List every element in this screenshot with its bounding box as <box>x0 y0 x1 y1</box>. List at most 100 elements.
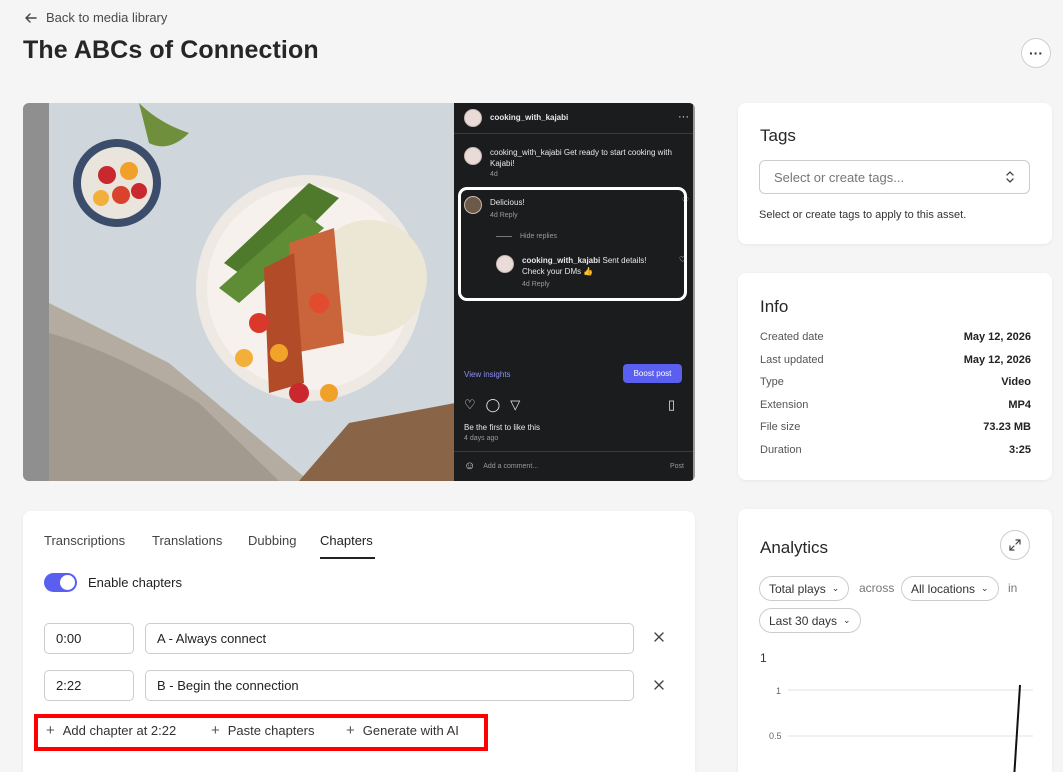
avatar <box>464 109 482 127</box>
location-value: All locations <box>911 581 976 596</box>
info-label: Duration <box>760 444 802 456</box>
tab-chapters[interactable]: Chapters <box>320 533 373 548</box>
info-label: Created date <box>760 331 824 343</box>
comment-icon: ◯ <box>485 397 501 412</box>
info-row-created: Created date May 12, 2026 <box>760 331 1031 343</box>
add-chapter-label: Add chapter at 2:22 <box>62 723 177 738</box>
location-select[interactable]: All locations ⌄ <box>901 576 999 601</box>
chevron-down-icon: ⌄ <box>981 583 989 593</box>
chart-tick-mid: 0.5 <box>769 731 782 741</box>
across-label: across <box>859 581 895 595</box>
caption-user: cooking_with_kajabi <box>490 148 562 157</box>
comment-text: Delicious! <box>490 198 525 207</box>
enable-chapters-label: Enable chapters <box>88 575 182 590</box>
view-insights-link: View insights <box>464 370 511 379</box>
share-icon: ▽ <box>510 397 521 412</box>
tab-translations[interactable]: Translations <box>152 533 222 548</box>
metric-value: Total plays <box>769 581 826 596</box>
add-comment-placeholder: Add a comment... <box>483 462 539 470</box>
tags-help-text: Select or create tags to apply to this a… <box>759 209 967 221</box>
info-value: MP4 <box>1008 399 1031 411</box>
tags-card: Tags Select or create tags... Select or … <box>738 103 1052 244</box>
chapter-time-input[interactable] <box>44 670 134 701</box>
info-label: Extension <box>760 399 809 411</box>
hide-replies: Hide replies <box>520 233 557 240</box>
back-to-media-library-link[interactable]: Back to media library <box>24 10 167 25</box>
more-options-button[interactable]: ··· <box>1021 38 1051 68</box>
chapter-time-input[interactable] <box>44 623 134 654</box>
likes-time: 4 days ago <box>464 435 499 442</box>
phone-bezel <box>693 103 695 481</box>
plus-icon: + <box>46 722 55 739</box>
heart-icon: ♡ <box>681 196 689 205</box>
info-value: Video <box>1001 376 1031 388</box>
add-chapter-button[interactable]: + Add chapter at 2:22 <box>46 722 176 739</box>
emoji-icon: ☺ <box>464 460 476 472</box>
info-value: 73.23 MB <box>983 421 1031 433</box>
info-card: Info Created date May 12, 2026 Last updat… <box>738 273 1052 480</box>
info-value: May 12, 2026 <box>963 331 1031 343</box>
likes-text: Be the first to like this <box>464 423 541 432</box>
arrow-left-icon <box>25 12 37 23</box>
comment-meta: 4d Reply <box>490 212 518 219</box>
avatar <box>496 255 514 273</box>
analytics-title: Analytics <box>760 538 829 557</box>
metric-select[interactable]: Total plays ⌄ <box>759 576 850 601</box>
plus-icon: + <box>346 722 355 739</box>
info-value: May 12, 2026 <box>963 354 1031 366</box>
info-row-updated: Last updated May 12, 2026 <box>760 354 1031 366</box>
tags-select[interactable]: Select or create tags... <box>759 160 1030 194</box>
info-row-file-size: File size 73.23 MB <box>760 421 1031 433</box>
analytics-chart <box>788 684 1033 772</box>
chevron-up-down-icon <box>1006 171 1014 183</box>
chevron-down-icon: ⌄ <box>843 615 851 625</box>
info-row-duration: Duration 3:25 <box>760 444 1031 456</box>
generate-with-ai-button[interactable]: + Generate with AI <box>346 722 459 739</box>
reply-meta: 4d Reply <box>522 281 550 288</box>
chapter-title-input[interactable] <box>145 670 634 701</box>
info-label: Type <box>760 376 784 388</box>
toggle-knob <box>60 575 75 590</box>
analytics-card: Analytics Total plays ⌄ across All locati… <box>738 509 1052 772</box>
boost-post-button: Boost post <box>623 364 682 383</box>
period-value: Last 30 days <box>769 613 838 628</box>
info-title: Info <box>760 297 789 316</box>
media-tools-card: Transcriptions Translations Dubbing Chap… <box>23 511 695 772</box>
bookmark-icon: ▯ <box>668 397 676 412</box>
caption-time: 4d <box>490 171 498 178</box>
tab-transcriptions[interactable]: Transcriptions <box>44 533 125 548</box>
reply-user: cooking_with_kajabi <box>522 256 601 265</box>
remove-chapter-close-icon[interactable] <box>651 677 667 693</box>
chevron-down-icon: ⌄ <box>831 583 840 593</box>
generate-with-ai-label: Generate with AI <box>362 723 459 738</box>
avatar <box>464 147 482 165</box>
paste-chapters-label: Paste chapters <box>227 723 315 738</box>
media-preview[interactable]: cooking_with_kajabi ··· cooking_with_kaj… <box>23 103 695 481</box>
post-username: cooking_with_kajabi <box>490 113 569 122</box>
info-value: 3:25 <box>1008 444 1031 456</box>
remove-chapter-close-icon[interactable] <box>651 629 667 645</box>
tags-placeholder: Select or create tags... <box>774 169 905 185</box>
tags-title: Tags <box>760 126 796 145</box>
back-link-label: Back to media library <box>46 10 168 25</box>
post-label: Post <box>669 462 684 470</box>
expand-analytics-button[interactable] <box>1000 530 1030 560</box>
post-more-icon: ··· <box>678 111 689 123</box>
chapter-title-input[interactable] <box>145 623 634 654</box>
tab-dubbing[interactable]: Dubbing <box>248 533 296 548</box>
avatar <box>464 196 482 214</box>
in-label: in <box>1008 581 1018 595</box>
enable-chapters-toggle[interactable] <box>44 573 77 592</box>
page-title: The ABCs of Connection <box>23 36 319 64</box>
more-icon: ··· <box>1029 45 1043 61</box>
like-icon: ♡ <box>464 397 476 412</box>
period-select[interactable]: Last 30 days ⌄ <box>759 608 861 633</box>
active-tab-indicator <box>320 557 375 559</box>
paste-chapters-button[interactable]: + Paste chapters <box>211 722 314 739</box>
social-post-preview: cooking_with_kajabi ··· cooking_with_kaj… <box>454 103 693 481</box>
chart-max-value: 1 <box>760 651 767 665</box>
food-image <box>49 103 455 481</box>
plus-icon: + <box>211 722 220 739</box>
info-label: File size <box>760 421 801 433</box>
info-row-type: Type Video <box>760 376 1031 388</box>
